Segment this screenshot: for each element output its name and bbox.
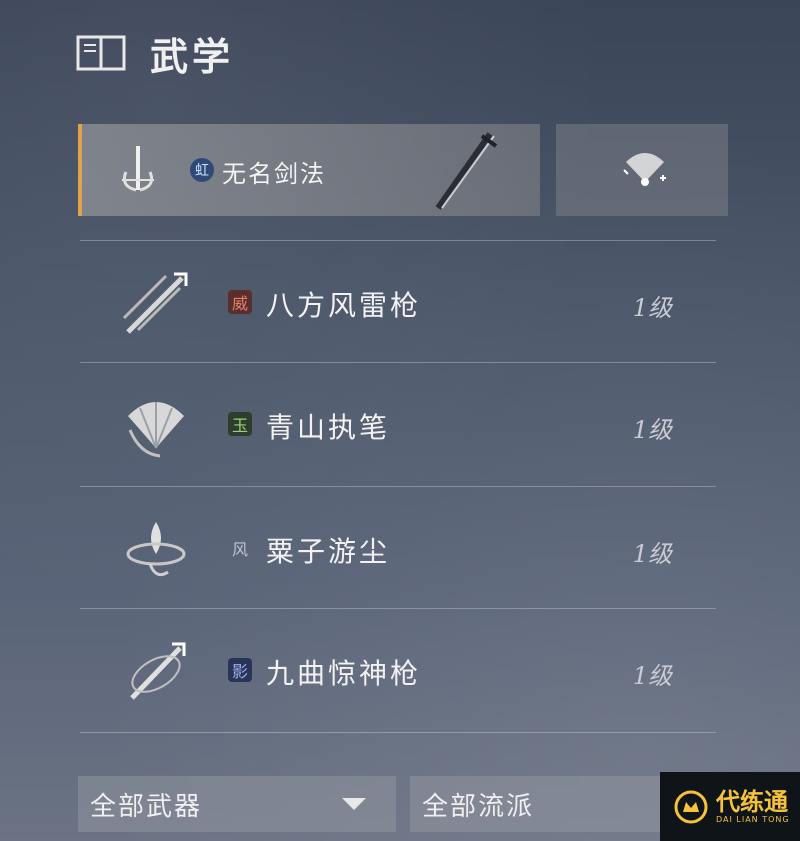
selected-skill-row[interactable]: 虹 无名剑法 [78, 124, 540, 216]
sword-icon [435, 132, 498, 210]
skill-name: 八方风雷枪 [266, 289, 422, 322]
school-badge: 虹 [190, 158, 214, 182]
sword-stance-icon [122, 146, 154, 192]
skill-row[interactable]: 威 八方风雷枪 1级 [80, 242, 716, 364]
spear-swirl-icon [130, 642, 186, 700]
skill-level: 1级 [632, 294, 672, 322]
selected-skill-name: 无名剑法 [222, 160, 326, 188]
dust-swirl-icon [126, 522, 186, 577]
watermark-subtitle: DAI LIAN TONG [716, 815, 790, 824]
fan-switch-icon [623, 153, 666, 186]
page-title: 武学 [150, 33, 235, 79]
divider [80, 240, 716, 241]
crown-logo-icon [674, 790, 708, 823]
skill-row[interactable]: 影 九曲惊神枪 1级 [80, 610, 716, 732]
school-badge: 影 [228, 658, 252, 682]
page-header: 武学 [76, 28, 235, 79]
school-filter-dropdown[interactable]: 全部流派 [410, 776, 660, 832]
skill-name: 九曲惊神枪 [266, 657, 422, 690]
divider [80, 608, 716, 609]
fan-icon [128, 402, 184, 458]
skill-row[interactable]: 风 粟子游尘 1级 [80, 488, 716, 610]
weapon-filter-label: 全部武器 [90, 791, 203, 822]
school-badge: 威 [228, 290, 252, 314]
spear-thrust-icon [122, 272, 188, 334]
chevron-down-icon [342, 798, 366, 810]
school-badge: 玉 [228, 412, 252, 436]
skill-name: 粟子游尘 [266, 535, 391, 568]
divider [80, 732, 716, 733]
skill-name: 青山执笔 [266, 411, 391, 444]
switch-style-button[interactable] [556, 124, 728, 216]
school-badge: 风 [231, 540, 248, 559]
skill-level: 1级 [632, 540, 672, 568]
divider [80, 486, 716, 487]
watermark: 代练通 DAI LIAN TONG [660, 772, 800, 841]
watermark-title: 代练通 [716, 788, 788, 816]
school-filter-label: 全部流派 [422, 791, 535, 822]
skill-level: 1级 [632, 662, 672, 690]
book-icon [76, 35, 126, 71]
divider [80, 362, 716, 363]
weapon-filter-dropdown[interactable]: 全部武器 [78, 776, 396, 832]
skill-row[interactable]: 玉 青山执笔 1级 [80, 364, 716, 486]
skill-level: 1级 [632, 416, 672, 444]
